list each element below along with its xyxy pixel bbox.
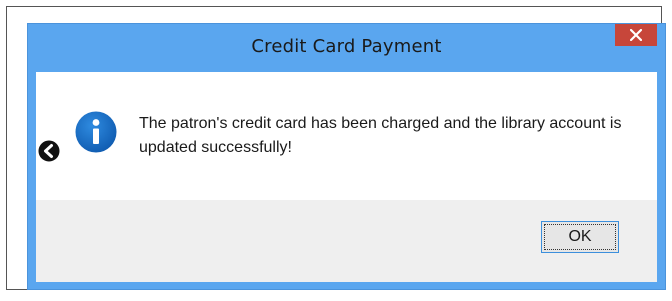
message-dialog: Credit Card Payment The patron's credit … <box>27 23 666 290</box>
close-icon <box>630 29 642 41</box>
ok-button[interactable]: OK <box>541 221 619 253</box>
dialog-body: The patron's credit card has been charge… <box>36 72 657 282</box>
title-bar[interactable]: Credit Card Payment <box>28 24 665 72</box>
info-icon <box>75 111 117 153</box>
button-area: OK <box>36 200 657 282</box>
message-text: The patron's credit card has been charge… <box>139 115 622 156</box>
close-button[interactable] <box>615 24 657 46</box>
back-arrow-callout-icon <box>36 138 62 164</box>
dialog-title: Credit Card Payment <box>251 36 442 57</box>
message-area: The patron's credit card has been charge… <box>36 72 657 200</box>
screenshot-frame: Credit Card Payment The patron's credit … <box>6 6 666 290</box>
